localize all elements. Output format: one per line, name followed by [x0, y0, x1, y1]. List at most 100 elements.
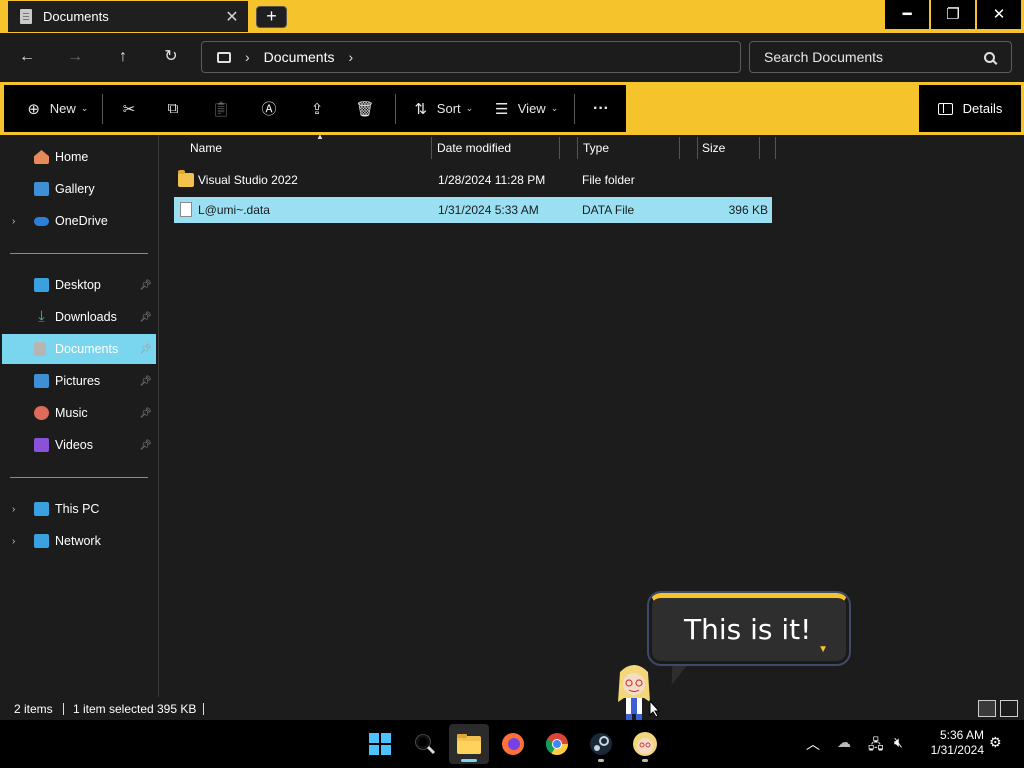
sidebar-item-network[interactable]: › Network [2, 526, 156, 556]
taskbar-chrome[interactable] [537, 724, 577, 764]
rename-button[interactable]: Ⓐ [245, 94, 293, 124]
clock-date: 1/31/2024 [930, 743, 984, 757]
sidebar-item-onedrive[interactable]: › OneDrive [2, 206, 156, 236]
sidebar-item-videos[interactable]: Videos 📌︎ [2, 430, 156, 460]
pin-icon[interactable]: 📌︎ [139, 408, 152, 419]
file-date: 1/31/2024 5:33 AM [438, 203, 539, 217]
copy-button[interactable]: ⧉ [149, 94, 197, 124]
view-button[interactable]: ☰ View ⌄ [482, 94, 568, 124]
column-header-name[interactable]: Name [174, 137, 432, 159]
clock-time: 5:36 AM [939, 728, 984, 742]
search-input[interactable]: Search Documents [764, 49, 984, 65]
network-tray-icon[interactable]: 🖧︎ [868, 734, 884, 758]
file-type: DATA File [582, 203, 635, 217]
new-button[interactable]: ⊕ New ⌄ [16, 94, 96, 124]
file-date: 1/28/2024 11:28 PM [438, 173, 546, 187]
share-icon: ⇪ [310, 100, 324, 118]
breadcrumb-documents[interactable]: Documents [264, 49, 335, 65]
search-box[interactable]: Search Documents [749, 41, 1012, 73]
column-header-type[interactable]: Type [578, 137, 680, 159]
maximize-button[interactable]: ❐ [931, 0, 975, 29]
pin-icon[interactable]: 📌︎ [139, 440, 152, 451]
sidebar-item-documents[interactable]: Documents 📌︎ [2, 334, 156, 364]
pin-icon[interactable]: 📌︎ [139, 312, 152, 323]
steam-icon [590, 733, 612, 755]
mouse-cursor-icon [649, 700, 661, 718]
address-bar[interactable]: › Documents › [201, 41, 741, 73]
search-icon [984, 51, 995, 63]
forward-button[interactable]: → [61, 45, 89, 69]
status-bar: 2 items 1 item selected 395 KB [0, 697, 1024, 720]
search-icon [415, 734, 436, 755]
details-view-icon[interactable] [978, 700, 996, 717]
network-icon [34, 534, 49, 548]
sidebar-item-pictures[interactable]: Pictures 📌︎ [2, 366, 156, 396]
pin-icon[interactable]: 📌︎ [139, 376, 152, 387]
videos-icon [34, 438, 49, 452]
up-button[interactable]: ↑ [109, 45, 137, 69]
more-options-button[interactable]: ··· [581, 94, 621, 124]
sidebar-item-gallery[interactable]: Gallery [2, 174, 156, 204]
sidebar-label: Gallery [55, 182, 95, 196]
pin-icon[interactable]: 📌︎ [139, 344, 152, 355]
sidebar-label: Desktop [55, 278, 101, 292]
chevron-right-icon[interactable]: › [12, 216, 15, 227]
sidebar-item-downloads[interactable]: ⤓ Downloads 📌︎ [2, 302, 156, 332]
breadcrumb-separator-icon[interactable]: › [348, 49, 353, 65]
taskbar-firefox[interactable] [493, 724, 533, 764]
sort-button[interactable]: ⇅ Sort ⌄ [402, 94, 482, 124]
column-header-size[interactable]: Size [698, 137, 760, 159]
onedrive-icon [34, 217, 49, 226]
cut-button[interactable]: ✂ [109, 94, 149, 124]
file-row[interactable]: Visual Studio 2022 1/28/2024 11:28 PM Fi… [174, 167, 772, 193]
sidebar-item-home[interactable]: Home [2, 142, 156, 172]
breadcrumb-separator-icon[interactable]: › [245, 49, 250, 65]
new-tab-button[interactable]: + [256, 6, 287, 28]
sidebar-label: Music [55, 406, 88, 420]
back-button[interactable]: ← [13, 45, 41, 69]
sidebar-label: This PC [55, 502, 100, 516]
sidebar-item-music[interactable]: Music 📌︎ [2, 398, 156, 428]
notifications-icon[interactable]: ⚙︎ [989, 734, 1002, 751]
sidebar-item-this-pc[interactable]: › This PC [2, 494, 156, 524]
clock[interactable]: 5:36 AM 1/31/2024 [920, 728, 984, 758]
chevron-right-icon[interactable]: › [12, 536, 15, 547]
sort-label: Sort [436, 101, 461, 116]
file-name: L@umi~.data [198, 203, 270, 217]
taskbar-lumi-app[interactable] [625, 724, 665, 764]
volume-muted-icon[interactable]: 🔇︎ [894, 734, 903, 751]
divider [10, 253, 148, 254]
minimize-button[interactable]: ━ [885, 0, 929, 29]
paste-button[interactable]: 📋︎ [197, 94, 245, 124]
start-button[interactable] [360, 724, 400, 764]
column-divider [760, 137, 776, 159]
close-button[interactable]: ✕ [977, 0, 1021, 29]
trash-icon: 🗑︎ [355, 100, 375, 118]
rename-icon: Ⓐ [261, 101, 277, 118]
chevron-down-icon: ⌄ [80, 103, 89, 113]
pin-icon[interactable]: 📌︎ [139, 280, 152, 291]
tiles-view-icon[interactable] [1000, 700, 1018, 717]
file-row-selected[interactable]: L@umi~.data 1/31/2024 5:33 AM DATA File … [174, 197, 772, 223]
speech-bubble-text: This is it! [684, 613, 812, 646]
sidebar-item-desktop[interactable]: Desktop 📌︎ [2, 270, 156, 300]
column-header-date[interactable]: Date modified [432, 137, 560, 159]
this-pc-icon[interactable] [217, 51, 231, 63]
active-indicator [461, 759, 477, 762]
paste-icon: 📋︎ [211, 100, 231, 118]
refresh-button[interactable]: ↻ [157, 45, 185, 69]
onedrive-tray-icon[interactable]: ☁ [837, 734, 851, 751]
share-button[interactable]: ⇪ [293, 94, 341, 124]
command-bar: ⊕ New ⌄ ✂ ⧉ 📋︎ Ⓐ ⇪ 🗑︎ ⇅ Sort ⌄ ☰ View ⌄ … [0, 82, 1024, 135]
plus-circle-icon: ⊕ [27, 100, 40, 118]
tab-close-button[interactable]: ✕ [220, 7, 244, 27]
delete-button[interactable]: 🗑︎ [341, 94, 389, 124]
taskbar-file-explorer[interactable] [449, 724, 489, 764]
tab-documents[interactable]: Documents ✕ [8, 1, 248, 32]
taskbar-search-button[interactable] [405, 724, 445, 764]
details-pane-button[interactable]: Details [919, 85, 1021, 132]
start-icon [369, 733, 391, 755]
chevron-right-icon[interactable]: › [12, 504, 15, 515]
show-hidden-icons-icon[interactable]: ︿ [806, 734, 820, 754]
taskbar-steam[interactable] [581, 724, 621, 764]
